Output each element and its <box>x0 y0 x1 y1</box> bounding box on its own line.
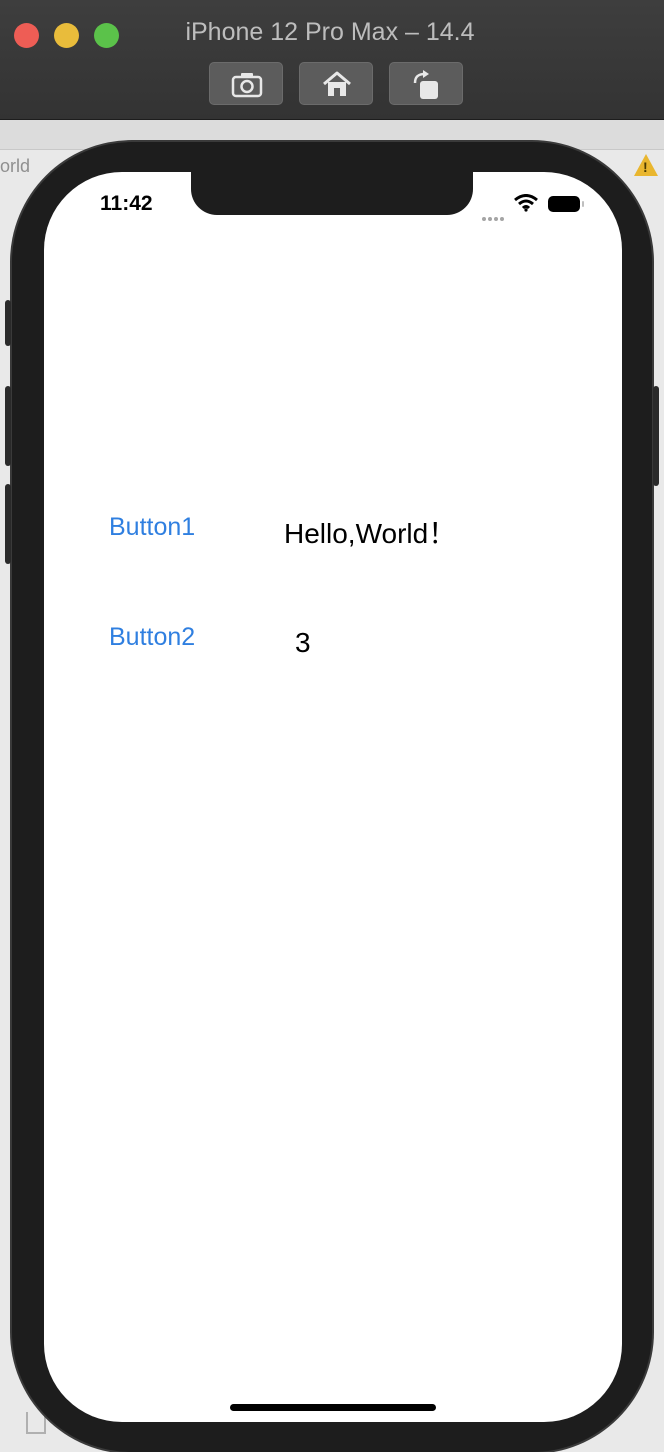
warning-icon <box>634 154 658 176</box>
camera-icon <box>231 73 263 98</box>
button1[interactable]: Button1 <box>109 513 195 542</box>
battery-icon <box>548 196 584 212</box>
hello-label: Hello,World！ <box>284 518 457 549</box>
rotate-icon <box>413 70 438 99</box>
screenshot-button[interactable] <box>209 62 283 105</box>
device-screen: 11:42 Button1 Hello,World！ Button2 3 <box>44 172 622 1422</box>
volume-down-button <box>5 484 11 564</box>
button2[interactable]: Button2 <box>109 623 195 652</box>
upload-icon <box>26 1412 46 1434</box>
rotate-button[interactable] <box>389 62 463 105</box>
notch <box>191 172 473 215</box>
wifi-icon <box>514 194 538 212</box>
title-bar: iPhone 12 Pro Max – 14.4 <box>0 0 664 120</box>
status-time: 11:42 <box>100 192 153 215</box>
side-button <box>653 386 659 486</box>
volume-up-button <box>5 386 11 466</box>
home-icon <box>323 71 351 96</box>
mute-switch <box>5 300 11 346</box>
counter-label: 3 <box>295 627 311 658</box>
home-indicator[interactable] <box>230 1404 436 1411</box>
simulator-window: orld iPhone 12 Pro Max – 14.4 <box>0 0 664 1452</box>
window-title: iPhone 12 Pro Max – 14.4 <box>185 18 475 46</box>
ide-tab-label: orld <box>0 156 31 176</box>
signal-dots-icon <box>482 208 510 221</box>
home-button[interactable] <box>299 62 373 105</box>
